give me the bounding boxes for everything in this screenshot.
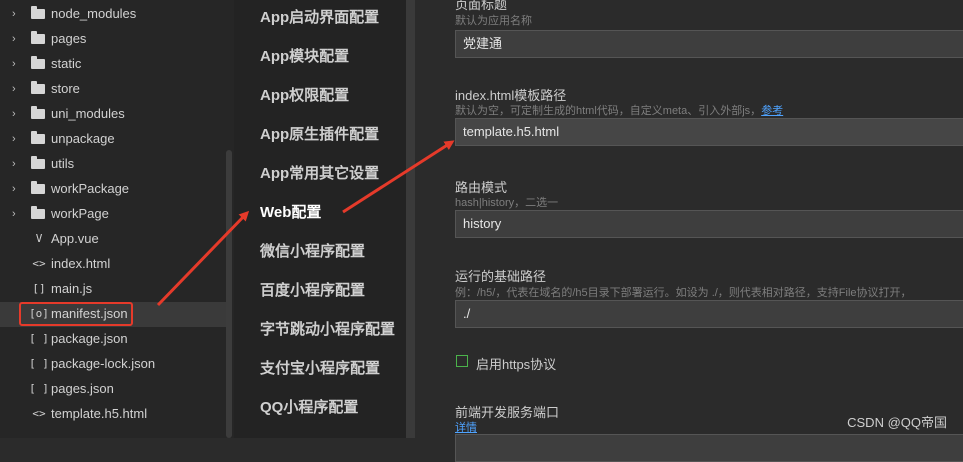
chevron-right-icon[interactable]: › — [12, 182, 24, 196]
router-mode-hint: hash|history，二选一 — [455, 197, 559, 209]
folder-icon — [31, 106, 45, 119]
template-path-input[interactable]: template.h5.html — [455, 118, 963, 146]
tree-item-label: store — [51, 81, 80, 96]
tree-item-label: index.html — [51, 256, 111, 271]
tree-folder[interactable]: › store — [0, 77, 226, 102]
chevron-right-icon[interactable]: › — [12, 82, 24, 96]
nav-item[interactable]: 字节跳动小程序配置 — [260, 318, 395, 339]
template-path-hint: 默认为空，可定制生成的html代码，自定义meta、引入外部js，参考 — [455, 105, 784, 117]
file-icon: [] — [32, 282, 46, 295]
https-checkbox[interactable] — [456, 355, 468, 367]
folder-icon — [31, 206, 45, 219]
tree-item-label: uni_modules — [51, 106, 125, 121]
settings-nav: App启动界面配置 App模块配置 App权限配置 App原生插件配置 App常用其它设… — [234, 0, 406, 438]
tree-file[interactable]: [] main.js — [0, 277, 226, 302]
tree-folder[interactable]: › pages — [0, 27, 226, 52]
tree-item-label: workPage — [51, 206, 109, 221]
nav-item[interactable]: 微信小程序配置 — [260, 240, 365, 261]
chevron-right-icon[interactable]: › — [12, 207, 24, 221]
web-config-form: 页面标题 默认为应用名称 党建通 index.html模板路径 默认为空，可定制… — [415, 0, 963, 462]
tree-item-label: static — [51, 56, 82, 71]
nav-item[interactable]: Web配置 — [260, 201, 321, 222]
page-title-input[interactable]: 党建通 — [455, 30, 963, 58]
nav-item[interactable]: App原生插件配置 — [260, 123, 379, 144]
tree-folder[interactable]: › static — [0, 52, 226, 77]
template-reference-link[interactable]: 参考 — [761, 105, 783, 117]
tree-scrollbar[interactable] — [226, 150, 232, 438]
chevron-right-icon[interactable]: › — [12, 107, 24, 121]
file-icon: [ ] — [29, 382, 49, 395]
chevron-right-icon[interactable]: › — [12, 32, 24, 46]
tree-file[interactable]: [ ] pages.json — [0, 377, 226, 402]
chevron-right-icon[interactable]: › — [12, 157, 24, 171]
tree-item-label: package-lock.json — [51, 356, 156, 371]
folder-icon — [31, 131, 45, 144]
tree-file[interactable]: [ ] package.json — [0, 327, 226, 352]
file-icon: <> — [32, 257, 46, 270]
folder-icon — [31, 181, 45, 194]
folder-icon — [31, 31, 45, 44]
tree-file[interactable]: <> template.h5.html — [0, 402, 226, 427]
folder-icon — [31, 81, 45, 94]
file-icon: [ ] — [29, 357, 49, 370]
tree-item-label: pages — [51, 31, 87, 46]
tree-item-label: App.vue — [51, 231, 99, 246]
dev-port-details: 详情 — [455, 419, 477, 435]
tree-folder[interactable]: › workPage — [0, 202, 226, 227]
tree-item-label: template.h5.html — [51, 406, 148, 421]
nav-item[interactable]: App启动界面配置 — [260, 6, 379, 27]
tree-item-label: unpackage — [51, 131, 115, 146]
tree-item-label: main.js — [51, 281, 93, 296]
file-icon: V — [35, 232, 43, 245]
tree-folder[interactable]: › workPackage — [0, 177, 226, 202]
file-tree: › node_modules › pages › static › store › uni_mod… — [0, 0, 234, 438]
nav-item[interactable]: QQ小程序配置 — [260, 396, 358, 417]
tree-item-label: utils — [51, 156, 75, 171]
dev-port-details-link[interactable]: 详情 — [455, 422, 477, 434]
nav-item[interactable]: 支付宝小程序配置 — [260, 357, 380, 378]
watermark: CSDN @QQ帝国 — [847, 415, 947, 430]
nav-item[interactable]: 百度小程序配置 — [260, 279, 365, 300]
file-icon: [ ] — [29, 332, 49, 345]
folder-icon — [31, 56, 45, 69]
nav-item[interactable]: App常用其它设置 — [260, 162, 379, 183]
dev-port-input[interactable] — [455, 434, 963, 462]
base-path-hint: 例：/h5/，代表在域名的/h5目录下部署运行。如设为 ./，则代表相对路径，支… — [455, 287, 912, 299]
nav-item[interactable]: App模块配置 — [260, 45, 349, 66]
chevron-right-icon[interactable]: › — [12, 132, 24, 146]
tree-folder[interactable]: › unpackage — [0, 127, 226, 152]
tree-folder[interactable]: › node_modules — [0, 2, 226, 27]
file-icon: <> — [32, 407, 46, 420]
router-mode-input[interactable]: history — [455, 210, 963, 238]
manifest-highlight-box — [19, 302, 133, 326]
tree-file[interactable]: <> index.html — [0, 252, 226, 277]
page-title-hint: 默认为应用名称 — [455, 15, 532, 27]
tree-item-label: package.json — [51, 331, 128, 346]
tree-folder[interactable]: › utils — [0, 152, 226, 177]
tree-item-label: pages.json — [51, 381, 114, 396]
nav-item[interactable]: App权限配置 — [260, 84, 349, 105]
https-label: 启用https协议 — [476, 357, 557, 372]
tree-file[interactable]: V App.vue — [0, 227, 226, 252]
chevron-right-icon[interactable]: › — [12, 57, 24, 71]
chevron-right-icon[interactable]: › — [12, 7, 24, 21]
nav-scrollbar[interactable] — [406, 0, 415, 438]
tree-item-label: workPackage — [51, 181, 130, 196]
tree-item-label: node_modules — [51, 6, 137, 21]
tree-folder[interactable]: › uni_modules — [0, 102, 226, 127]
folder-icon — [31, 156, 45, 169]
base-path-input[interactable]: ./ — [455, 300, 963, 328]
tree-file[interactable]: [ ] package-lock.json — [0, 352, 226, 377]
base-path-label: 运行的基础路径 — [455, 269, 547, 284]
folder-icon — [31, 6, 45, 19]
